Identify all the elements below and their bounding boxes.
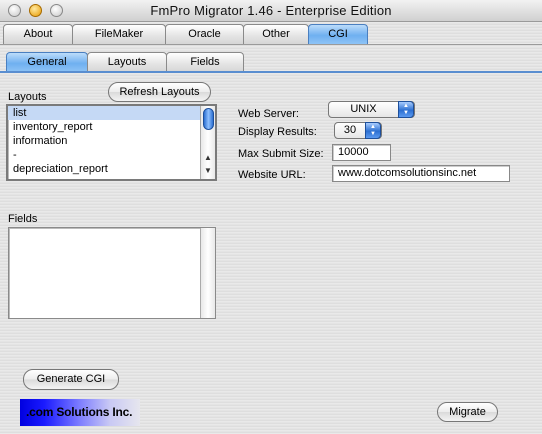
max-submit-label: Max Submit Size: xyxy=(238,148,324,160)
display-results-value: 30 xyxy=(343,124,357,136)
fields-scrollbar[interactable] xyxy=(200,228,215,318)
fields-list[interactable] xyxy=(8,227,216,319)
list-item[interactable]: - xyxy=(8,148,215,162)
sub-tab-divider xyxy=(0,71,542,73)
main-tab-divider xyxy=(0,44,542,45)
list-item[interactable]: depreciation_report xyxy=(8,162,215,176)
web-server-select[interactable]: UNIX ▲ ▼ xyxy=(328,101,415,118)
tab-fields[interactable]: Fields xyxy=(166,52,244,72)
scroll-up-arrow-icon[interactable]: ▲ xyxy=(204,153,212,162)
refresh-layouts-button[interactable]: Refresh Layouts xyxy=(108,82,211,102)
window-title: FmPro Migrator 1.46 - Enterprise Edition xyxy=(150,3,392,18)
fields-label: Fields xyxy=(8,213,38,225)
display-results-select[interactable]: 30 ▲ ▼ xyxy=(334,122,382,139)
list-item[interactable]: list xyxy=(8,106,215,120)
scroll-down-arrow-icon[interactable]: ▼ xyxy=(204,166,212,175)
web-server-label: Web Server: xyxy=(238,108,299,120)
website-url-input[interactable]: www.dotcomsolutionsinc.net xyxy=(332,165,510,182)
scrollbar-thumb[interactable] xyxy=(203,108,214,130)
web-server-value: UNIX xyxy=(350,103,377,115)
tab-about[interactable]: About xyxy=(3,24,73,44)
migrate-button[interactable]: Migrate xyxy=(437,402,498,422)
generate-cgi-button[interactable]: Generate CGI xyxy=(23,369,119,390)
logo-text: .com Solutions Inc. xyxy=(26,405,133,419)
popup-arrows-icon: ▲ ▼ xyxy=(398,101,414,118)
main-tab-bar: About FileMaker Oracle Other CGI xyxy=(3,24,368,44)
tab-filemaker[interactable]: FileMaker xyxy=(72,24,166,44)
list-item[interactable]: inventory_report xyxy=(8,120,215,134)
layouts-list[interactable]: list inventory_report information - depr… xyxy=(6,104,217,181)
layouts-label: Layouts xyxy=(8,91,47,103)
tab-other[interactable]: Other xyxy=(243,24,309,44)
tab-cgi[interactable]: CGI xyxy=(308,24,368,44)
list-item[interactable]: information xyxy=(8,134,215,148)
tab-oracle[interactable]: Oracle xyxy=(165,24,244,44)
tab-layouts[interactable]: Layouts xyxy=(87,52,167,72)
title-bar: FmPro Migrator 1.46 - Enterprise Edition xyxy=(0,0,542,22)
sub-tab-bar: General Layouts Fields xyxy=(6,52,244,72)
website-url-label: Website URL: xyxy=(238,169,306,181)
layouts-scrollbar[interactable]: ▲ ▼ xyxy=(200,106,215,179)
popup-arrows-icon: ▲ ▼ xyxy=(365,122,381,139)
display-results-label: Display Results: xyxy=(238,126,317,138)
max-submit-input[interactable]: 10000 xyxy=(332,144,391,161)
company-logo: .com Solutions Inc. xyxy=(20,399,140,426)
tab-general[interactable]: General xyxy=(6,52,88,72)
